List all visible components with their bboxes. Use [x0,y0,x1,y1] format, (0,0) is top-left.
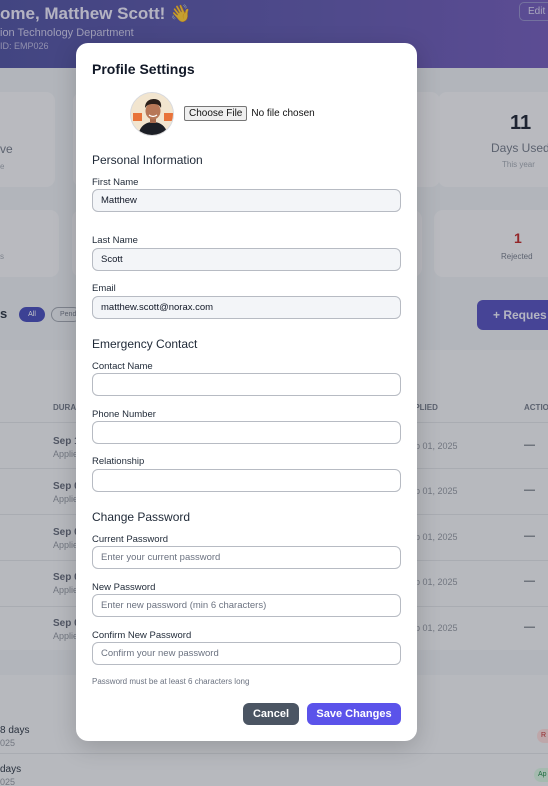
personal-information-heading: Personal Information [92,153,203,167]
relationship-field[interactable] [92,469,401,492]
modal-title: Profile Settings [92,61,195,77]
last-name-field[interactable] [92,248,401,271]
profile-avatar [130,92,174,136]
confirm-password-label: Confirm New Password [92,630,192,641]
current-password-label: Current Password [92,534,169,545]
new-password-label: New Password [92,582,156,593]
change-password-heading: Change Password [92,510,191,524]
cancel-button[interactable]: Cancel [243,703,299,725]
avatar-photo-icon [131,93,173,135]
avatar-upload: Choose File No file chosen [184,106,315,121]
first-name-label: First Name [92,177,139,188]
profile-settings-modal: Profile Settings Choose File No file cho… [76,43,417,741]
relationship-label: Relationship [92,456,145,467]
email-label: Email [92,283,116,294]
file-status: No file chosen [251,108,315,119]
phone-number-field[interactable] [92,421,401,444]
confirm-password-field[interactable] [92,642,401,665]
phone-number-label: Phone Number [92,409,156,420]
email-field[interactable] [92,296,401,319]
last-name-label: Last Name [92,235,138,246]
first-name-field[interactable] [92,189,401,212]
current-password-field[interactable] [92,546,401,569]
contact-name-field[interactable] [92,373,401,396]
password-hint: Password must be at least 6 characters l… [92,677,250,686]
emergency-contact-heading: Emergency Contact [92,337,198,351]
contact-name-label: Contact Name [92,361,153,372]
choose-file-button[interactable]: Choose File [184,106,248,121]
save-changes-button[interactable]: Save Changes [307,703,401,725]
new-password-field[interactable] [92,594,401,617]
